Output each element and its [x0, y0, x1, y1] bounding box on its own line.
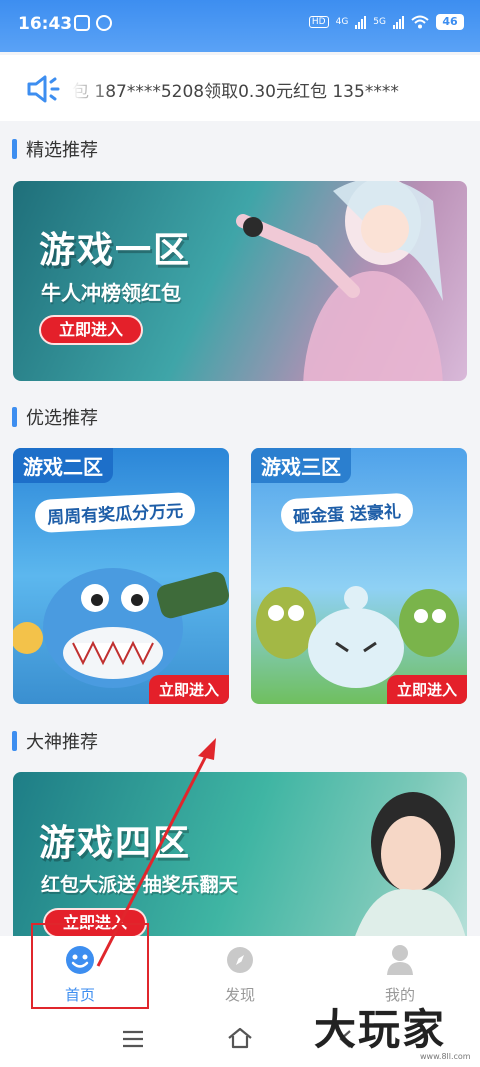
watermark-url: www.8ll.com [420, 1052, 471, 1061]
watermark-text: 大玩家 [314, 1005, 447, 1054]
annotation-arrow-icon [96, 738, 216, 967]
